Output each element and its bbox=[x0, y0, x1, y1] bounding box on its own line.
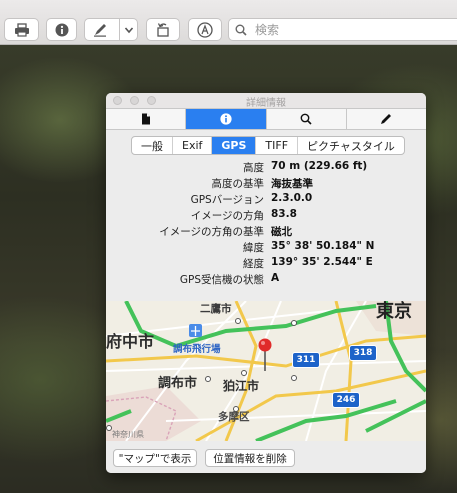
route-shield-311: 311 bbox=[292, 352, 320, 368]
gps-row-image-direction-ref: イメージの方角の基準 磁北 bbox=[106, 223, 426, 239]
markup-button[interactable] bbox=[84, 18, 138, 41]
rotate-button[interactable] bbox=[146, 18, 180, 41]
inspector-button[interactable] bbox=[46, 18, 77, 41]
info-icon bbox=[55, 23, 68, 36]
gps-row-altitude: 高度 70 m (229.66 ft) bbox=[106, 159, 426, 175]
route-shield-246: 246 bbox=[332, 392, 360, 408]
info-icon bbox=[220, 113, 232, 125]
subtab-picture-style[interactable]: ピクチャスタイル bbox=[298, 137, 404, 154]
gps-value: 海抜基準 bbox=[271, 178, 313, 190]
gps-value: 70 m (229.66 ft) bbox=[271, 160, 368, 172]
subtab-general[interactable]: 一般 bbox=[132, 137, 173, 154]
gps-key: GPSバージョン bbox=[190, 194, 264, 206]
gps-metadata-list: 高度 70 m (229.66 ft) 高度の基準 海抜基準 GPSバージョン … bbox=[106, 159, 426, 287]
inspector-bottom-bar: "マップ"で表示 位置情報を削除 bbox=[106, 441, 426, 473]
tab-annotations[interactable] bbox=[346, 109, 426, 129]
metadata-subtabs: 一般 Exif GPS TIFF ピクチャスタイル bbox=[131, 136, 405, 155]
gps-value: A bbox=[271, 272, 280, 284]
map-label-komae: 狛江市 bbox=[223, 379, 260, 393]
map-label-chofu: 調布市 bbox=[158, 376, 198, 391]
annotate-circle-a-icon bbox=[197, 21, 213, 38]
map-label-tokyo: 東京 bbox=[376, 301, 412, 322]
gps-key: 経度 bbox=[243, 258, 264, 270]
inspector-segment-bar bbox=[106, 108, 426, 130]
search-field[interactable] bbox=[228, 18, 457, 41]
remove-location-button[interactable]: 位置情報を削除 bbox=[205, 449, 295, 467]
subtab-gps[interactable]: GPS bbox=[212, 137, 257, 154]
gps-row-image-direction: イメージの方角 83.8 bbox=[106, 207, 426, 223]
search-input[interactable] bbox=[253, 21, 437, 38]
pencil-icon bbox=[381, 114, 392, 124]
rotate-icon bbox=[157, 23, 169, 37]
search-icon bbox=[235, 24, 247, 36]
gps-key: 高度の基準 bbox=[211, 178, 265, 190]
gps-row-version: GPSバージョン 2.3.0.0 bbox=[106, 191, 426, 207]
preview-toolbar bbox=[0, 0, 457, 45]
gps-value: 139° 35' 2.544" E bbox=[271, 256, 373, 268]
tab-more-info[interactable] bbox=[186, 109, 267, 129]
gps-row-altitude-ref: 高度の基準 海抜基準 bbox=[106, 175, 426, 191]
gps-row-receiver-status: GPS受信機の状態 A bbox=[106, 271, 426, 287]
document-icon bbox=[141, 113, 150, 125]
magnifier-icon bbox=[300, 113, 312, 125]
gps-value: 磁北 bbox=[271, 226, 292, 238]
tab-keywords[interactable] bbox=[266, 109, 347, 129]
inspector-titlebar[interactable]: 詳細情報 bbox=[106, 93, 426, 109]
gps-row-longitude: 経度 139° 35' 2.544" E bbox=[106, 255, 426, 271]
map-label-fuchu: 府中市 bbox=[106, 332, 155, 351]
gps-key: 高度 bbox=[243, 162, 264, 174]
gps-value: 83.8 bbox=[271, 208, 297, 220]
map-label-futaba: 二鷹市 bbox=[200, 303, 232, 315]
gps-key: イメージの方角 bbox=[190, 210, 264, 222]
gps-row-latitude: 緯度 35° 38' 50.184" N bbox=[106, 239, 426, 255]
map-label-airfield: 調布飛行場 bbox=[173, 344, 221, 355]
map-label-kanagawa: 神奈川県 bbox=[112, 430, 144, 439]
gps-key: GPS受信機の状態 bbox=[179, 274, 264, 286]
printer-icon bbox=[14, 22, 29, 37]
tab-general-info[interactable] bbox=[106, 109, 187, 129]
location-map[interactable]: 二鷹市 府中市 東京 調布飛行場 調布市 狛江市 多摩区 神奈川県 311 31… bbox=[106, 301, 426, 441]
chevron-down-icon[interactable] bbox=[124, 26, 134, 34]
gps-key: 緯度 bbox=[243, 242, 264, 254]
gps-value: 35° 38' 50.184" N bbox=[271, 240, 375, 252]
print-button[interactable] bbox=[4, 18, 39, 41]
route-shield-318: 318 bbox=[349, 345, 377, 361]
subtab-tiff[interactable]: TIFF bbox=[256, 137, 299, 154]
inspector-title: 詳細情報 bbox=[246, 98, 286, 109]
inspector-panel: 詳細情報 一般 Exif GPS TIFF ピクチャスタイル 高度 70 m (… bbox=[106, 93, 426, 473]
map-label-tama: 多摩区 bbox=[218, 411, 250, 423]
pen-icon bbox=[94, 23, 106, 37]
gps-value: 2.3.0.0 bbox=[271, 192, 313, 204]
show-in-maps-button[interactable]: "マップ"で表示 bbox=[113, 449, 197, 467]
gps-key: イメージの方角の基準 bbox=[159, 226, 264, 238]
annotate-button[interactable] bbox=[188, 18, 222, 41]
subtab-exif[interactable]: Exif bbox=[173, 137, 213, 154]
